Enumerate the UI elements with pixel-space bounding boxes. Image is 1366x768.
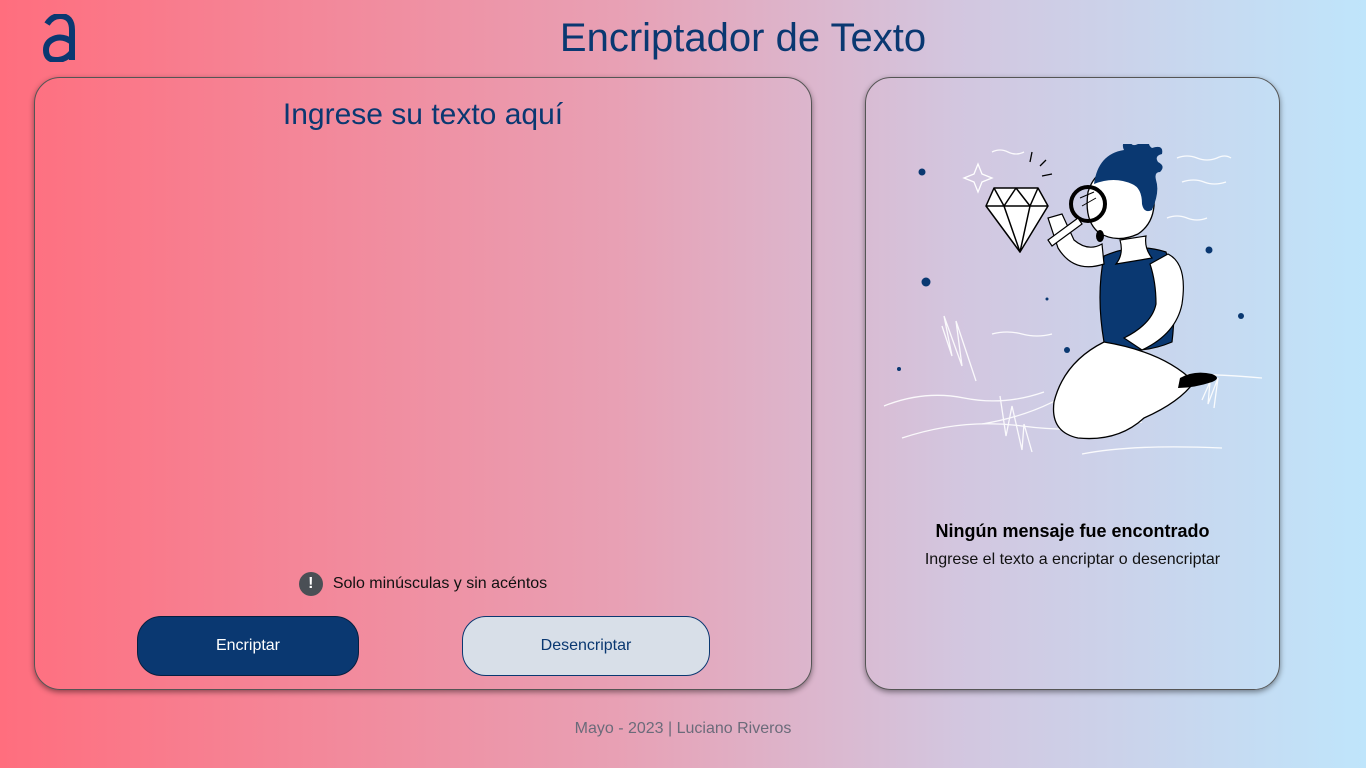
no-message-title: Ningún mensaje fue encontrado (935, 521, 1210, 541)
exclamation-circle-icon: ! (298, 572, 323, 596)
hint-row: ! Solo minúsculas y sin acéntos (35, 572, 811, 596)
person-with-magnifier-illustration (883, 144, 1262, 455)
hint-text: Solo minúsculas y sin acéntos (332, 575, 548, 592)
encrypt-button[interactable]: Encriptar (137, 616, 359, 676)
text-input[interactable] (35, 98, 811, 548)
input-panel: ! Solo minúsculas y sin acéntos Encripta… (34, 77, 812, 690)
decrypt-button[interactable]: Desencriptar (462, 616, 710, 676)
page-title: Encriptador de Texto (559, 16, 927, 60)
footer-text: Mayo - 2023 | Luciano Riveros (574, 720, 792, 737)
no-message-subtitle: Ingrese el texto a encriptar o desencrip… (924, 551, 1221, 568)
output-panel: Ningún mensaje fue encontrado Ingrese el… (865, 77, 1280, 690)
